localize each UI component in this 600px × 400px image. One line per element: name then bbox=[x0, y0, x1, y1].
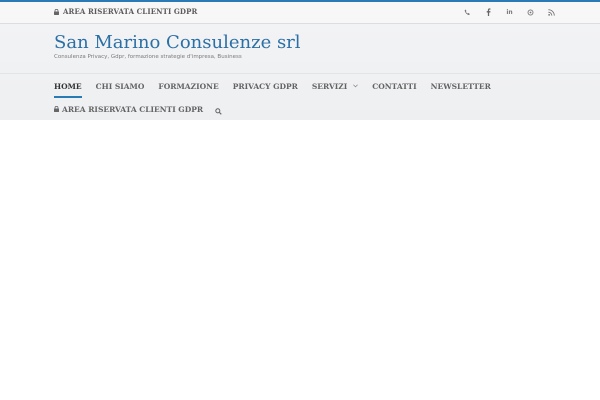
nav-privacy-gdpr-label: Privacy GDPR bbox=[232, 81, 298, 91]
top-bar: Area riservata clienti GDPR in bbox=[0, 0, 600, 24]
social-links: in bbox=[463, 7, 556, 17]
linkedin-icon[interactable]: in bbox=[505, 7, 514, 17]
facebook-icon[interactable] bbox=[484, 7, 493, 17]
nav-contatti-label: Contatti bbox=[372, 81, 417, 91]
nav-formazione[interactable]: Formazione bbox=[158, 79, 218, 93]
reserved-area-link[interactable]: Area riservata clienti GDPR bbox=[54, 7, 197, 16]
nav-formazione-label: Formazione bbox=[158, 81, 219, 91]
secondary-nav: Area riservata clienti GDPR bbox=[54, 102, 222, 116]
nav-reserved-area-label: Area riservata clienti GDPR bbox=[62, 104, 204, 114]
site-tagline: Consulenza Privacy, Gdpr, formazione str… bbox=[54, 54, 242, 60]
lock-icon bbox=[54, 8, 59, 15]
header-divider bbox=[0, 73, 600, 74]
nav-contatti[interactable]: Contatti bbox=[372, 79, 416, 93]
nav-newsletter[interactable]: Newsletter bbox=[431, 79, 491, 93]
email-icon[interactable] bbox=[526, 7, 535, 17]
nav-home-label: Home bbox=[54, 81, 82, 91]
lock-icon bbox=[54, 105, 59, 114]
nav-home[interactable]: Home bbox=[54, 79, 82, 98]
page-content bbox=[0, 120, 600, 400]
nav-chi-siamo[interactable]: Chi siamo bbox=[96, 79, 145, 93]
nav-servizi[interactable]: Servizi bbox=[311, 79, 359, 93]
nav-reserved-area[interactable]: Area riservata clienti GDPR bbox=[54, 102, 203, 116]
site-header: San Marino Consulenze srl Consulenza Pri… bbox=[0, 24, 600, 120]
phone-icon[interactable] bbox=[463, 7, 472, 17]
main-nav: Home Chi siamo Formazione Privacy GDPR S… bbox=[54, 79, 491, 98]
search-icon bbox=[215, 100, 222, 119]
nav-chi-siamo-label: Chi siamo bbox=[95, 81, 145, 91]
rss-icon[interactable] bbox=[547, 7, 556, 17]
active-indicator bbox=[54, 96, 82, 98]
site-title[interactable]: San Marino Consulenze srl bbox=[54, 32, 301, 53]
nav-newsletter-label: Newsletter bbox=[430, 81, 491, 91]
nav-servizi-label: Servizi bbox=[311, 81, 348, 91]
chevron-down-icon bbox=[350, 84, 359, 88]
search-button[interactable] bbox=[215, 102, 222, 116]
nav-privacy-gdpr[interactable]: Privacy GDPR bbox=[233, 79, 298, 93]
reserved-area-label: Area riservata clienti GDPR bbox=[63, 7, 198, 16]
